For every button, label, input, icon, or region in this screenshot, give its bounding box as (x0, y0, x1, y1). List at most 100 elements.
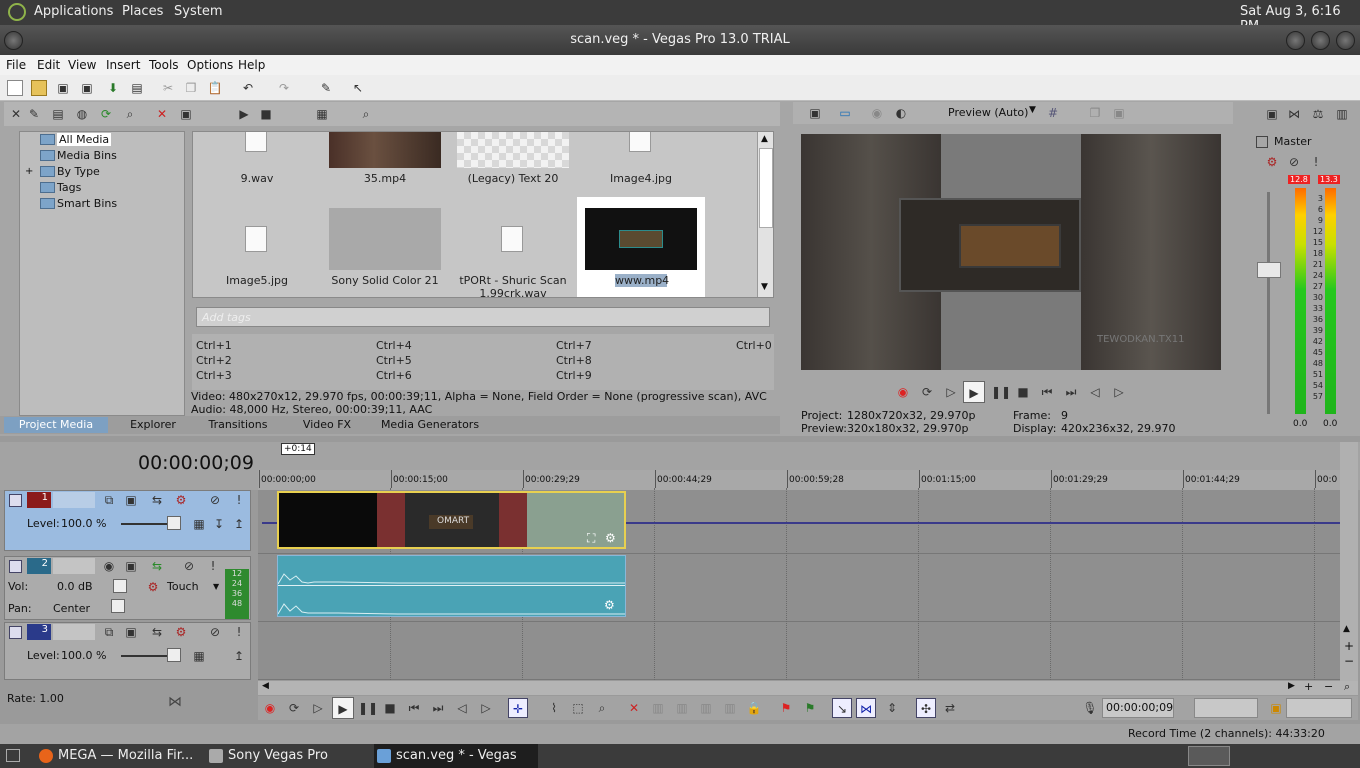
add-tags-input[interactable]: Add tags (196, 307, 770, 327)
refresh-icon[interactable]: ⟳ (98, 106, 114, 122)
snapping-icon[interactable]: ⇕ (884, 700, 900, 716)
automation-settings-icon[interactable]: ⚙ (145, 579, 161, 595)
capture-video-icon[interactable]: ▤ (50, 106, 66, 122)
whats-this-help-icon[interactable]: ↖ (350, 80, 366, 96)
menu-view[interactable]: View (68, 58, 96, 72)
motion-icon[interactable]: ▣ (123, 492, 139, 508)
system-menu[interactable]: System (174, 4, 222, 19)
pan-slider-handle[interactable] (111, 599, 125, 613)
menu-help[interactable]: Help (238, 58, 265, 72)
auto-preview-icon[interactable]: ▶ (236, 106, 252, 122)
stop-icon[interactable]: ■ (382, 700, 398, 716)
scroll-up-icon[interactable]: ▲ (1343, 624, 1350, 634)
window-menu-button[interactable] (4, 31, 23, 50)
zoom-tool-icon[interactable]: ⌕ (594, 700, 610, 716)
redo-icon[interactable]: ↷ (276, 80, 292, 96)
shortcut[interactable]: Ctrl+2 (196, 354, 232, 367)
track-fx-icon[interactable]: ⇆ (149, 558, 165, 574)
clip-event-icon[interactable]: ⚙ (604, 598, 615, 612)
media-item[interactable]: tPORt - Shuric Scan 1.99crk.wav (449, 202, 577, 297)
extra-field[interactable] (1286, 698, 1352, 718)
solo-icon[interactable]: ! (231, 492, 247, 508)
menu-edit[interactable]: Edit (37, 58, 60, 72)
zoom-out-icon[interactable]: − (1344, 654, 1354, 668)
pause-icon[interactable]: ❚❚ (991, 384, 1011, 400)
scroll-up-icon[interactable]: ▲ (761, 134, 768, 144)
preview-quality-dropdown[interactable]: Preview (Auto) (948, 106, 1028, 119)
motion-icon[interactable]: ▣ (123, 624, 139, 640)
chevron-down-icon[interactable]: ▼ (1029, 105, 1036, 115)
get-media-web-icon[interactable]: ◍ (74, 106, 90, 122)
menu-insert[interactable]: Insert (106, 58, 140, 72)
import-media-icon[interactable]: ✎ (26, 106, 42, 122)
arm-record-icon[interactable]: ◉ (101, 558, 117, 574)
invert-phase-icon[interactable]: ▣ (123, 558, 139, 574)
play-from-start-icon[interactable]: ▷ (943, 384, 959, 400)
menu-tools[interactable]: Tools (149, 58, 179, 72)
remove-media-icon[interactable]: ✕ (154, 106, 170, 122)
scroll-thumb[interactable] (759, 148, 773, 228)
media-item[interactable]: (Legacy) Text 20 (449, 132, 577, 192)
trim-icon[interactable]: ▥ (650, 700, 666, 716)
tab-transitions[interactable]: Transitions (196, 417, 280, 433)
split-icon[interactable]: ▥ (722, 700, 738, 716)
stop-preview-icon[interactable]: ■ (258, 106, 274, 122)
shortcut[interactable]: Ctrl+1 (196, 339, 232, 352)
dim-output-icon[interactable]: ⚖ (1310, 106, 1326, 122)
automation-mode[interactable]: Touch (167, 580, 199, 593)
level-slider-handle[interactable] (167, 648, 181, 662)
track-header-3[interactable]: 3 ⧉ ▣ ⇆ ⚙ ⊘ ! Level: 100.0 % ▦ ↥ (4, 622, 251, 680)
tree-tags[interactable]: Tags (40, 180, 81, 195)
minimize-button[interactable] (1286, 31, 1305, 50)
copy-icon[interactable]: ❐ (183, 80, 199, 96)
generated-media-icon[interactable]: ▦ (191, 648, 207, 664)
scroll-down-icon[interactable]: ▼ (761, 282, 768, 292)
shortcut[interactable]: Ctrl+9 (556, 369, 592, 382)
menu-options[interactable]: Options (187, 58, 233, 72)
tab-project-media[interactable]: Project Media (4, 417, 108, 433)
properties-icon[interactable]: ▤ (129, 80, 145, 96)
scroll-right-icon[interactable]: ▶ (1288, 681, 1295, 691)
audio-clip[interactable]: ⚙ (277, 555, 626, 617)
task-vegas[interactable]: scan.veg * - Vegas P... (374, 744, 538, 768)
new-icon[interactable] (7, 80, 23, 96)
go-to-end-icon[interactable]: ⏭ (1063, 384, 1079, 400)
close-button[interactable] (1336, 31, 1355, 50)
insert-marker-icon[interactable]: ⚑ (778, 700, 794, 716)
scroll-left-icon[interactable]: ◀ (262, 681, 269, 691)
track-collapse-icon[interactable] (9, 560, 22, 573)
pause-icon[interactable]: ❚❚ (358, 700, 378, 716)
external-monitor-icon[interactable]: ▭ (837, 105, 853, 121)
play-from-start-icon[interactable]: ▷ (310, 700, 326, 716)
track-lane-3[interactable] (258, 622, 1340, 680)
track-fx-icon[interactable]: ⚙ (173, 624, 189, 640)
up-arrow-icon[interactable]: ↥ (231, 648, 247, 664)
image-icon[interactable]: ▣ (1268, 700, 1284, 716)
enable-snapping-icon[interactable]: ✎ (318, 80, 334, 96)
track-name-field[interactable] (53, 492, 95, 508)
chevron-down-icon[interactable]: ▼ (213, 582, 219, 591)
track-name-field[interactable] (53, 624, 95, 640)
loop-playback-icon[interactable]: ⟳ (286, 700, 302, 716)
shortcut[interactable]: Ctrl+7 (556, 339, 592, 352)
level-slider-handle[interactable] (167, 516, 181, 530)
downmix-icon[interactable]: ⋈ (1286, 106, 1302, 122)
search-icon[interactable]: ⌕ (358, 106, 374, 122)
shortcut[interactable]: Ctrl+0 (736, 339, 772, 352)
places-menu[interactable]: Places (122, 4, 163, 19)
video-fx-icon[interactable]: ◉ (869, 105, 885, 121)
generated-media-icon[interactable]: ▦ (191, 516, 207, 532)
master-fader-handle[interactable] (1257, 262, 1281, 278)
clip-fx-icon[interactable]: ⚙ (605, 531, 616, 545)
overlays-icon[interactable]: # (1045, 105, 1061, 121)
zoom-out-icon[interactable]: − (1324, 680, 1333, 693)
transport-timecode[interactable]: 00:00:00;09 (1102, 698, 1174, 718)
views-icon[interactable]: ▦ (314, 106, 330, 122)
crop-icon[interactable]: ⛶ (587, 531, 595, 546)
task-firefox[interactable]: MEGA — Mozilla Fir... (36, 744, 202, 768)
timeline-vertical-scrollbar[interactable]: ▲ + − (1340, 442, 1358, 694)
menu-file[interactable]: File (6, 58, 26, 72)
window-titlebar[interactable]: scan.veg * - Vegas Pro 13.0 TRIAL (0, 25, 1360, 55)
tab-explorer[interactable]: Explorer (116, 417, 190, 433)
cut-icon[interactable]: ✂ (160, 80, 176, 96)
